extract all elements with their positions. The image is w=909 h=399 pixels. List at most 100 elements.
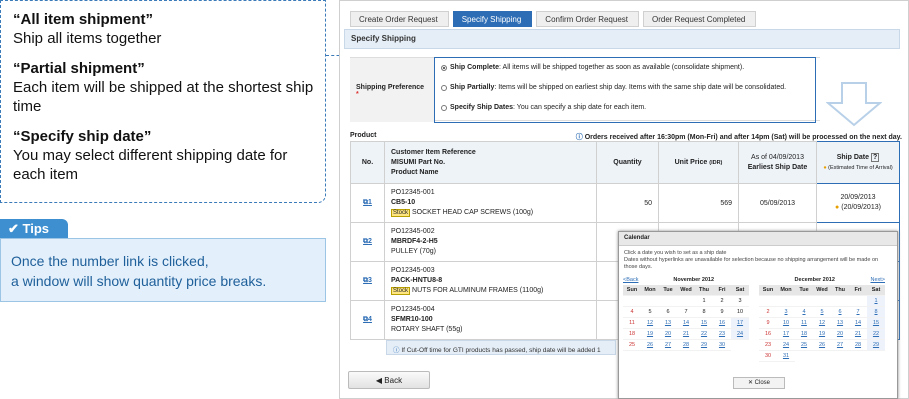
annotation-title: “All item shipment” bbox=[13, 11, 154, 28]
row-number-link[interactable]: ⧉1 bbox=[350, 183, 385, 223]
calendar-day[interactable]: 6 bbox=[831, 307, 849, 318]
calendar-title: Calendar bbox=[619, 232, 897, 246]
next-month-link[interactable]: Next> bbox=[870, 277, 885, 283]
radio-specify-ship-dates[interactable] bbox=[441, 104, 447, 111]
price-cell: 569 bbox=[658, 183, 739, 223]
calendar-day: 3 bbox=[731, 296, 749, 307]
calendar-day[interactable]: 3 bbox=[777, 307, 795, 318]
calendar-day[interactable]: 25 bbox=[795, 340, 813, 351]
calendar-day[interactable]: 31 bbox=[777, 351, 795, 362]
calendar-day[interactable]: 24 bbox=[731, 329, 749, 340]
calendar-day[interactable]: 4 bbox=[795, 307, 813, 318]
calendar-day[interactable]: 1 bbox=[867, 296, 885, 307]
calendar-day[interactable]: 26 bbox=[813, 340, 831, 351]
quantity-cell: 50 bbox=[596, 183, 659, 223]
month-header: <Back November 2012 bbox=[623, 275, 749, 285]
calendar-day: 2 bbox=[759, 307, 777, 318]
calendar-day[interactable]: 20 bbox=[659, 329, 677, 340]
ship-date-cell[interactable]: 20/09/2013 ● (20/09/2013) bbox=[816, 183, 900, 223]
calendar-day[interactable]: 20 bbox=[831, 329, 849, 340]
col-ship-date: Ship Date ? ● (Estimated Time of Arrival… bbox=[816, 141, 900, 184]
calendar-day[interactable]: 30 bbox=[713, 340, 731, 351]
calendar-day[interactable]: 13 bbox=[831, 318, 849, 329]
month-name: November 2012 bbox=[673, 277, 715, 283]
tips-icon: ✔ bbox=[8, 221, 19, 236]
calendar-day[interactable]: 15 bbox=[867, 318, 885, 329]
annotation-box: “All item shipment” Ship all items togeth… bbox=[0, 0, 326, 203]
calendar-day[interactable]: 19 bbox=[813, 329, 831, 340]
product-cell: PO12345-004 SFMR10-100 ROTARY SHAFT (55g) bbox=[384, 300, 597, 340]
close-button[interactable]: ✕ Close bbox=[733, 377, 785, 389]
step-confirm-order: Confirm Order Request bbox=[536, 11, 639, 27]
calendar-day[interactable]: 17 bbox=[777, 329, 795, 340]
weekday-header: Tue bbox=[659, 285, 677, 296]
weekday-header: Fri bbox=[713, 285, 731, 296]
calendar-day[interactable]: 19 bbox=[641, 329, 659, 340]
calendar-day[interactable]: 29 bbox=[695, 340, 713, 351]
stock-badge: Stock bbox=[391, 287, 411, 295]
calendar-day[interactable]: 11 bbox=[795, 318, 813, 329]
weekday-header: Mon bbox=[777, 285, 795, 296]
calendar-day[interactable]: 12 bbox=[813, 318, 831, 329]
shipping-preference: Shipping Preference * Ship Complete: All… bbox=[350, 57, 820, 123]
option-specify-ship-dates[interactable]: Specify Ship Dates: You can specify a sh… bbox=[441, 104, 809, 111]
calendar-day[interactable]: 21 bbox=[677, 329, 695, 340]
calendar-day[interactable]: 13 bbox=[659, 318, 677, 329]
section-title: Specify Shipping bbox=[344, 29, 900, 49]
calendar-day[interactable]: 24 bbox=[777, 340, 795, 351]
radio-ship-partially[interactable] bbox=[441, 84, 447, 91]
calendar-day[interactable]: 16 bbox=[713, 318, 731, 329]
calendar-month: December 2012 Next> Sun Mon Tue Wed Thu Fri Sat 1… bbox=[759, 275, 885, 362]
col-reference: Customer Item Reference MISUMI Part No. … bbox=[384, 141, 597, 184]
calendar-day[interactable]: 22 bbox=[867, 329, 885, 340]
close-icon: ✕ bbox=[747, 380, 753, 386]
info-icon: ⓘ bbox=[393, 347, 400, 354]
option-ship-partially[interactable]: Ship Partially: Items will be shipped on… bbox=[441, 84, 809, 91]
calendar-day[interactable]: 26 bbox=[641, 340, 659, 351]
calendar-day[interactable]: 27 bbox=[659, 340, 677, 351]
calendar-day: 25 bbox=[623, 340, 641, 351]
calendar-grid: Sun Mon Tue Wed Thu Fri Sat 1 2 3 4 5 6 7 8 9 10 11 12 13 14… bbox=[759, 285, 885, 362]
calendar-day[interactable]: 8 bbox=[867, 307, 885, 318]
info-icon: ⓘ bbox=[575, 134, 583, 141]
row-number-link[interactable]: ⧉4 bbox=[350, 300, 385, 340]
calendar-day: 11 bbox=[623, 318, 641, 329]
option-ship-complete[interactable]: Ship Complete: All items will be shipped… bbox=[441, 64, 809, 71]
earliest-date-cell: 05/09/2013 bbox=[738, 183, 817, 223]
tips-line: a window will show quantity price breaks… bbox=[11, 273, 267, 289]
row-number-link[interactable]: ⧉2 bbox=[350, 222, 385, 262]
calendar-day[interactable]: 27 bbox=[831, 340, 849, 351]
stock-badge: Stock bbox=[391, 209, 411, 217]
calendar-day[interactable]: 22 bbox=[695, 329, 713, 340]
calendar-day[interactable]: 15 bbox=[695, 318, 713, 329]
prev-month-link[interactable]: <Back bbox=[623, 277, 638, 283]
calendar-day[interactable]: 14 bbox=[677, 318, 695, 329]
calendar-day: 5 bbox=[641, 307, 659, 318]
weekday-header: Thu bbox=[831, 285, 849, 296]
calendar-day[interactable]: 28 bbox=[677, 340, 695, 351]
month-name: December 2012 bbox=[794, 277, 835, 283]
help-icon[interactable]: ? bbox=[870, 152, 880, 162]
calendar-day[interactable]: 12 bbox=[641, 318, 659, 329]
weekday-header: Wed bbox=[813, 285, 831, 296]
calendar-day[interactable]: 10 bbox=[777, 318, 795, 329]
annotation-desc: You may select different shipping date f… bbox=[13, 147, 288, 183]
calendar-day[interactable]: 5 bbox=[813, 307, 831, 318]
calendar-day[interactable]: 17 bbox=[731, 318, 749, 329]
calendar-day[interactable]: 18 bbox=[795, 329, 813, 340]
empty-cell bbox=[641, 296, 659, 307]
calendar-grid: Sun Mon Tue Wed Thu Fri Sat 1 2 3 4 5 6 7 8 9 10 11 12 13 14… bbox=[623, 285, 749, 351]
calendar-day: 2 bbox=[713, 296, 731, 307]
calendar-day[interactable]: 23 bbox=[713, 329, 731, 340]
radio-ship-complete[interactable] bbox=[441, 64, 447, 71]
calendar-day[interactable]: 7 bbox=[849, 307, 867, 318]
row-number-link[interactable]: ⧉3 bbox=[350, 261, 385, 301]
calendar-day[interactable]: 29 bbox=[867, 340, 885, 351]
calendar-day[interactable]: 14 bbox=[849, 318, 867, 329]
weekday-header: Sun bbox=[759, 285, 777, 296]
back-button[interactable]: ◀ Back bbox=[348, 371, 430, 389]
calendar-day[interactable]: 28 bbox=[849, 340, 867, 351]
weekday-header: Mon bbox=[641, 285, 659, 296]
empty-cell bbox=[831, 296, 849, 307]
calendar-day[interactable]: 21 bbox=[849, 329, 867, 340]
